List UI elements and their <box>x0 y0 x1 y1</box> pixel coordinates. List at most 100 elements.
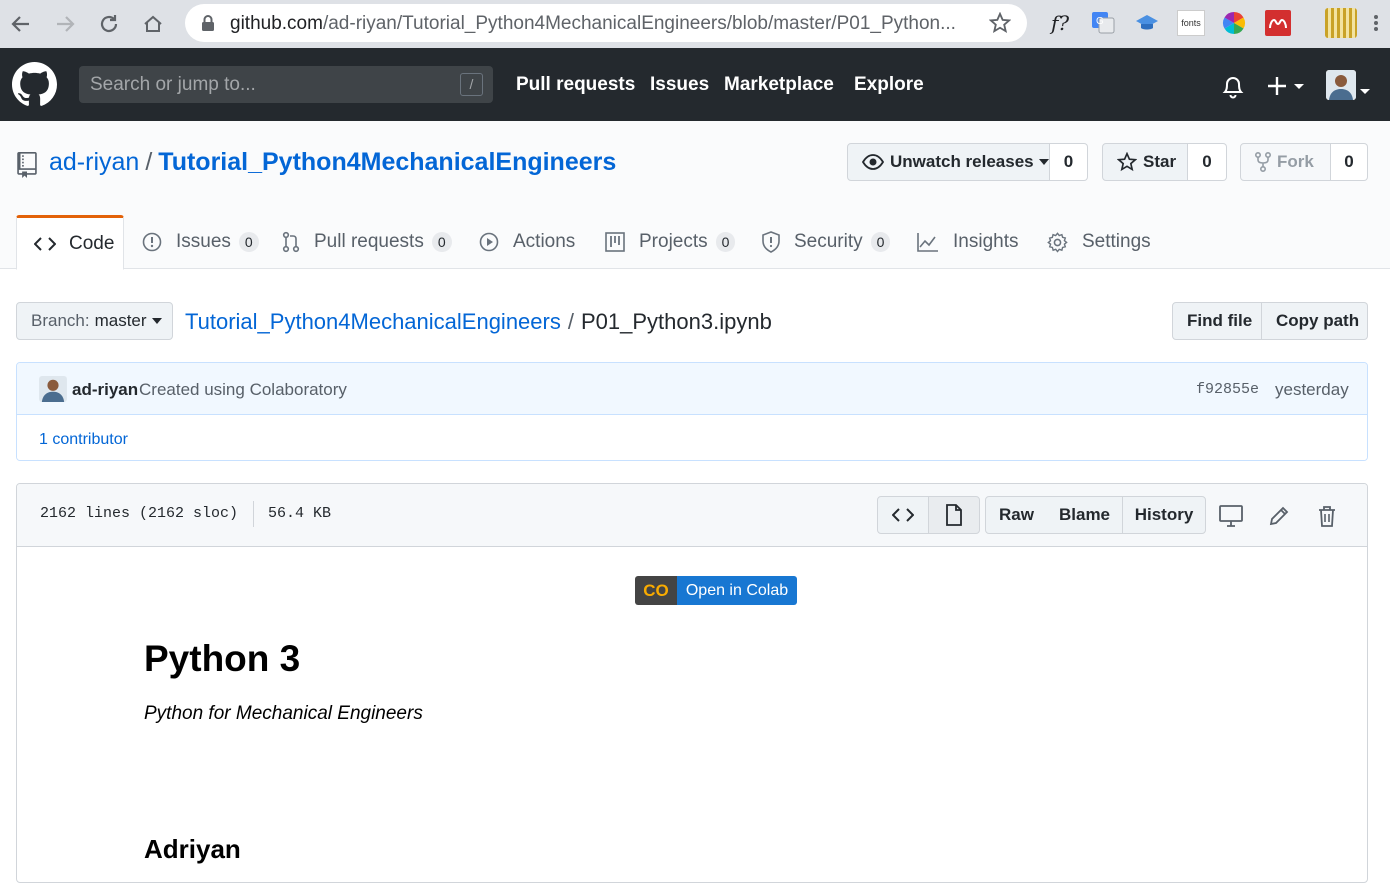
back-icon[interactable] <box>5 8 37 40</box>
color-wheel-extension-icon[interactable] <box>1221 10 1247 36</box>
bookmark-star-icon[interactable] <box>988 11 1012 39</box>
file-size: 56.4 KB <box>268 505 332 522</box>
tab-issues[interactable]: Issues 0 <box>142 215 259 269</box>
url-text: github.com/ad-riyan/Tutorial_Python4Mech… <box>230 13 970 35</box>
display-rendered-button[interactable] <box>928 496 980 534</box>
gear-icon <box>1047 231 1075 253</box>
fork-label: Fork <box>1277 152 1314 171</box>
tab-security-label: Security <box>794 231 863 252</box>
unwatch-button[interactable]: Unwatch releases <box>847 143 1050 181</box>
tab-settings[interactable]: Settings <box>1047 215 1151 269</box>
branch-select-button[interactable]: Branch: master <box>16 302 173 340</box>
file-viewer: 2162 lines (2162 sloc) 56.4 KB Raw Blame… <box>16 483 1368 883</box>
branch-prefix: Branch: <box>31 311 90 330</box>
commit-sha-link[interactable]: f92855e <box>1196 381 1259 398</box>
repo-title-separator: / <box>145 148 153 176</box>
nav-marketplace[interactable]: Marketplace <box>724 74 834 96</box>
github-logo-icon[interactable] <box>12 62 57 112</box>
display-source-button[interactable] <box>877 496 929 534</box>
blame-button[interactable]: Blame <box>1047 496 1123 534</box>
code-icon <box>34 236 63 252</box>
projects-count-badge: 0 <box>715 232 736 252</box>
star-group: Star 0 <box>1102 143 1227 181</box>
tab-projects-label: Projects <box>639 231 708 252</box>
commit-author-avatar[interactable] <box>39 376 67 402</box>
svg-text:G: G <box>1096 16 1104 27</box>
nav-pull-requests[interactable]: Pull requests <box>516 74 635 96</box>
open-in-colab-badge[interactable]: CO Open in Colab <box>635 576 797 605</box>
shield-icon <box>762 231 787 253</box>
lock-icon <box>201 15 215 36</box>
repo-icon <box>17 152 37 183</box>
branch-caret-icon <box>151 318 162 324</box>
tab-actions[interactable]: Actions <box>479 215 575 269</box>
watch-caret-icon <box>1038 159 1049 165</box>
find-file-button[interactable]: Find file <box>1172 302 1262 340</box>
user-menu-caret-icon[interactable] <box>1359 83 1371 101</box>
address-bar[interactable]: github.com/ad-riyan/Tutorial_Python4Mech… <box>185 4 1027 42</box>
repo-header: ad-riyan / Tutorial_Python4MechanicalEngin… <box>0 121 1390 270</box>
pencil-icon[interactable] <box>1266 503 1292 529</box>
url-path: /ad-riyan/Tutorial_Python4MechanicalEngi… <box>322 13 956 34</box>
tab-security[interactable]: Security 0 <box>762 215 891 269</box>
code-icon <box>892 507 914 523</box>
copy-path-button[interactable]: Copy path <box>1262 302 1368 340</box>
branch-name: master <box>94 311 147 330</box>
url-domain: github.com <box>230 13 323 34</box>
bell-icon[interactable] <box>1221 73 1245 104</box>
tab-insights[interactable]: Insights <box>917 215 1018 269</box>
repo-owner-link[interactable]: ad-riyan <box>49 148 139 176</box>
graph-icon <box>917 232 946 252</box>
graduation-cap-extension-icon[interactable] <box>1134 10 1160 36</box>
star-count[interactable]: 0 <box>1188 143 1227 181</box>
repo-title: ad-riyan / Tutorial_Python4MechanicalEngin… <box>49 148 616 177</box>
notebook-author-heading: Adriyan <box>144 834 241 864</box>
raw-button[interactable]: Raw <box>985 496 1048 534</box>
create-new-plus-icon[interactable] <box>1266 75 1306 102</box>
fonts-extension-icon[interactable]: fonts <box>1177 10 1205 36</box>
latest-commit-row: ad-riyan Created using Colaboratory f928… <box>17 363 1367 415</box>
tab-pull-requests[interactable]: Pull requests 0 <box>282 215 452 269</box>
nav-explore[interactable]: Explore <box>854 74 924 96</box>
history-button[interactable]: History <box>1122 496 1206 534</box>
fork-count[interactable]: 0 <box>1331 143 1368 181</box>
forward-icon[interactable] <box>49 8 81 40</box>
tab-issues-label: Issues <box>176 231 231 252</box>
breadcrumb-separator: / <box>567 309 574 334</box>
reload-icon[interactable] <box>93 8 125 40</box>
colab-badge-label: Open in Colab <box>677 576 797 605</box>
notebook-title: Python 3 <box>144 638 301 679</box>
github-header: / Pull requests Issues Marketplace Explo… <box>0 48 1390 121</box>
notebook-subtitle: Python for Mechanical Engineers <box>144 703 423 724</box>
star-button[interactable]: Star <box>1102 143 1188 181</box>
search-input[interactable] <box>79 66 493 103</box>
contributors-row: 1 contributor <box>17 415 1367 460</box>
font-identifier-extension-icon[interactable]: f? <box>1046 10 1074 36</box>
tab-projects[interactable]: Projects 0 <box>605 215 736 269</box>
file-actions-group: Find file Copy path <box>1172 302 1368 340</box>
tab-code[interactable]: Code <box>16 215 124 270</box>
nav-issues[interactable]: Issues <box>650 74 709 96</box>
file-icon <box>945 504 963 526</box>
breadcrumb-repo-link[interactable]: Tutorial_Python4MechanicalEngineers <box>185 309 561 334</box>
watch-count[interactable]: 0 <box>1050 143 1088 181</box>
commit-author-link[interactable]: ad-riyan <box>72 380 138 400</box>
profile-avatar-icon[interactable] <box>1325 8 1357 38</box>
fork-button[interactable]: Fork <box>1240 143 1331 181</box>
breadcrumb: Tutorial_Python4MechanicalEngineers / P01_… <box>185 309 772 335</box>
contributors-link[interactable]: 1 contributor <box>39 431 128 449</box>
user-avatar[interactable] <box>1326 70 1356 100</box>
trash-icon[interactable] <box>1314 503 1340 529</box>
home-icon[interactable] <box>137 8 169 40</box>
watch-group: Unwatch releases 0 <box>847 143 1088 181</box>
repo-name-link[interactable]: Tutorial_Python4MechanicalEngineers <box>158 148 616 176</box>
browser-toolbar: github.com/ad-riyan/Tutorial_Python4Mech… <box>0 0 1390 48</box>
google-translate-icon[interactable]: G <box>1090 10 1116 36</box>
chrome-menu-icon[interactable] <box>1368 10 1384 36</box>
tab-insights-label: Insights <box>953 231 1019 252</box>
colab-logo-icon: CO <box>635 576 677 605</box>
commit-message[interactable]: Created using Colaboratory <box>139 380 347 400</box>
mendeley-extension-icon[interactable] <box>1265 10 1291 36</box>
search-box: / <box>79 66 493 103</box>
desktop-icon[interactable] <box>1218 503 1244 529</box>
